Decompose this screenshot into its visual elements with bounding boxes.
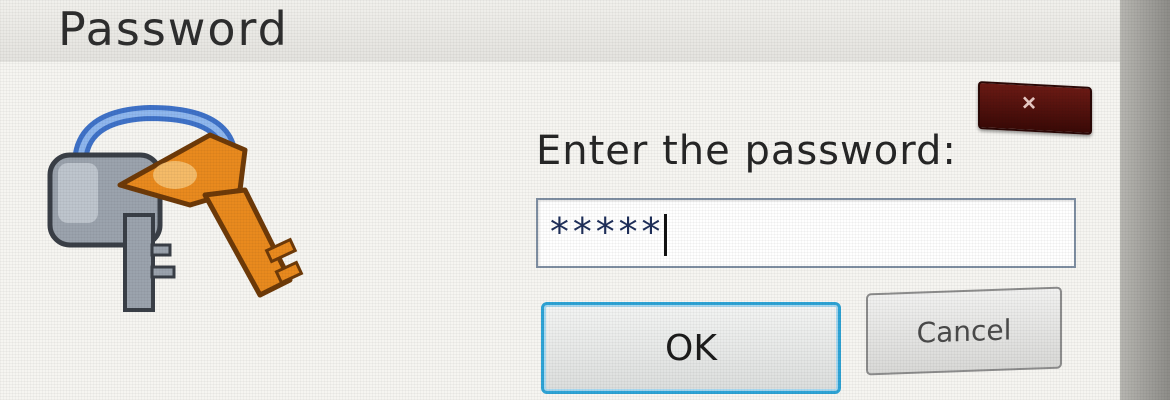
padlock-and-key-icon (47, 104, 304, 312)
password-field[interactable]: ***** (536, 198, 1076, 268)
close-icon: × (1022, 89, 1037, 118)
window-title: Password (58, 2, 289, 56)
ok-button[interactable]: OK (541, 302, 841, 394)
password-dialog: Password × Enter the password: ***** OK … (0, 0, 1170, 400)
text-caret (664, 213, 668, 256)
password-masked-value: ***** (548, 210, 663, 254)
cancel-button[interactable]: Cancel (866, 286, 1062, 376)
window-frame (1120, 0, 1170, 400)
password-prompt-label: Enter the password: (536, 128, 957, 174)
close-button[interactable]: × (978, 81, 1092, 135)
title-bar[interactable]: Password (0, 0, 1170, 63)
